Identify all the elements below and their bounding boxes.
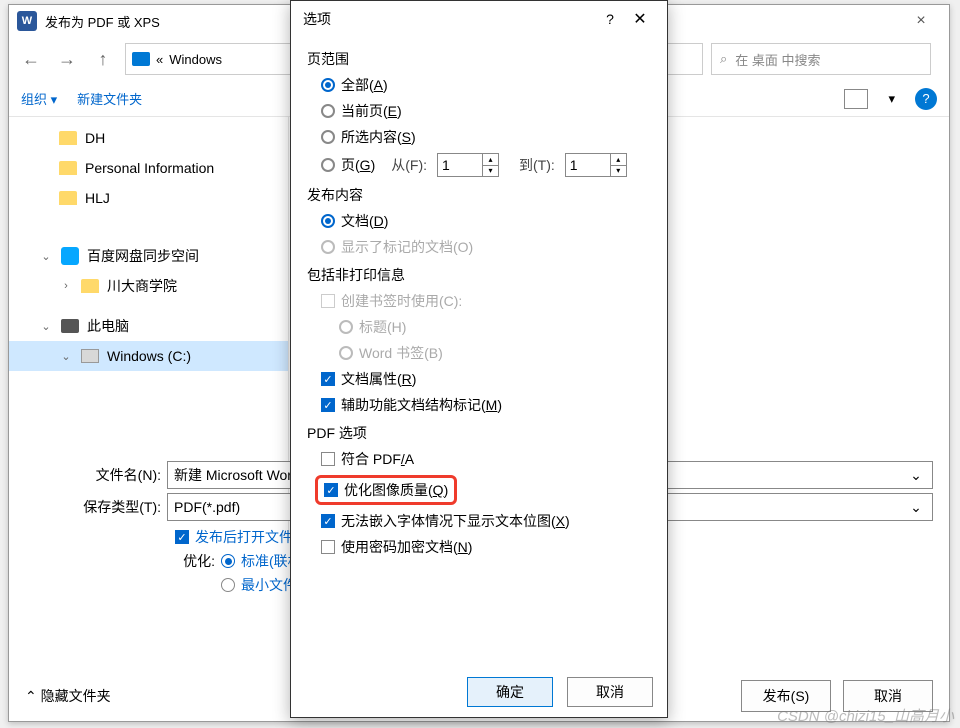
optimize-label: 优化: — [175, 551, 215, 571]
folder-icon — [81, 279, 99, 293]
filename-label: 文件名(N): — [25, 465, 161, 485]
search-box[interactable]: ⌕ 在 桌面 中搜索 — [711, 43, 931, 75]
pdfa-checkbox[interactable]: 符合 PDF/A — [321, 449, 651, 469]
monitor-icon — [132, 52, 150, 66]
image-quality-highlight: ✓优化图像质量(Q) — [315, 475, 457, 505]
group-nonprint: 包括非打印信息 — [307, 265, 651, 285]
optimize-min-radio[interactable] — [221, 578, 235, 592]
options-dialog: 选项 ? ✕ 页范围 全部(A) 当前页(E) 所选内容(S) 页(G) 从(F… — [290, 0, 668, 718]
from-label: 从(F): — [391, 155, 427, 175]
folder-icon — [59, 161, 77, 175]
content-markup-radio: 显示了标记的文档(O) — [321, 237, 651, 257]
docprops-checkbox[interactable]: ✓文档属性(R) — [321, 369, 651, 389]
group-publish-content: 发布内容 — [307, 185, 651, 205]
optimize-standard-radio[interactable] — [221, 554, 235, 568]
search-icon: ⌕ — [720, 51, 727, 67]
a11y-checkbox[interactable]: ✓辅助功能文档结构标记(M) — [321, 395, 651, 415]
dialog-footer-buttons: 确定 取消 — [467, 677, 653, 707]
folder-icon — [59, 131, 77, 145]
range-pages-radio[interactable]: 页(G) 从(F): 1▴▾ 到(T): 1▴▾ — [321, 153, 651, 177]
bookmark-word-radio: Word 书签(B) — [339, 343, 651, 363]
range-current-radio[interactable]: 当前页(E) — [321, 101, 651, 121]
dialog-title: 选项 — [303, 9, 595, 29]
tree-item-dh[interactable]: DH — [9, 123, 288, 153]
nav-back-button[interactable]: ← — [17, 45, 45, 73]
search-placeholder: 在 桌面 中搜索 — [735, 50, 820, 69]
content-doc-radio[interactable]: 文档(D) — [321, 211, 651, 231]
tree-item-hlj[interactable]: HLJ — [9, 183, 288, 213]
chevron-down-icon: ⌄ — [59, 350, 73, 363]
help-button[interactable]: ? — [915, 88, 937, 110]
dropdown-icon[interactable]: ⌄ — [906, 467, 926, 484]
hide-folders-toggle[interactable]: ⌃ 隐藏文件夹 — [25, 686, 111, 706]
baidu-icon — [61, 247, 79, 265]
filetype-label: 保存类型(T): — [25, 497, 161, 517]
breadcrumb-prefix: « — [156, 52, 163, 67]
chevron-right-icon: › — [59, 280, 73, 292]
from-page-input[interactable]: 1▴▾ — [437, 153, 499, 177]
view-mode-button[interactable] — [844, 89, 868, 109]
pc-icon — [61, 319, 79, 333]
nav-up-button[interactable]: ↑ — [89, 45, 117, 73]
view-dropdown[interactable]: ▾ — [888, 91, 895, 107]
dialog-help-button[interactable]: ? — [595, 11, 625, 27]
tree-item-personal[interactable]: Personal Information — [9, 153, 288, 183]
word-icon: W — [17, 11, 37, 31]
dialog-body: 页范围 全部(A) 当前页(E) 所选内容(S) 页(G) 从(F): 1▴▾ … — [291, 37, 667, 567]
to-label: 到(T): — [519, 155, 555, 175]
dropdown-icon[interactable]: ⌄ — [906, 499, 926, 516]
organize-menu[interactable]: 组织 ▾ — [21, 89, 57, 108]
new-folder-button[interactable]: 新建文件夹 — [77, 89, 142, 108]
to-page-input[interactable]: 1▴▾ — [565, 153, 627, 177]
breadcrumb: Windows — [169, 52, 222, 67]
bitmap-text-checkbox[interactable]: ✓无法嵌入字体情况下显示文本位图(X) — [321, 511, 651, 531]
nav-forward-button[interactable]: → — [53, 45, 81, 73]
dialog-close-button[interactable]: ✕ — [625, 9, 655, 29]
bookmark-heading-radio: 标题(H) — [339, 317, 651, 337]
group-page-range: 页范围 — [307, 49, 651, 69]
tree-item-baidu[interactable]: ⌄百度网盘同步空间 — [9, 241, 288, 271]
chevron-down-icon: ⌄ — [39, 320, 53, 333]
encrypt-checkbox[interactable]: 使用密码加密文档(N) — [321, 537, 651, 557]
group-pdf-options: PDF 选项 — [307, 423, 651, 443]
range-all-radio[interactable]: 全部(A) — [321, 75, 651, 95]
folder-icon — [59, 191, 77, 205]
tree-item-this-pc[interactable]: ⌄此电脑 — [9, 311, 288, 341]
watermark: CSDN @chizi15_山高月小 — [777, 705, 954, 726]
tree-item-windows-c[interactable]: ⌄Windows (C:) — [9, 341, 288, 371]
bookmark-checkbox: 创建书签时使用(C): — [321, 291, 651, 311]
drive-icon — [81, 349, 99, 363]
image-quality-checkbox[interactable]: ✓ — [324, 483, 338, 497]
range-selection-radio[interactable]: 所选内容(S) — [321, 127, 651, 147]
dialog-cancel-button[interactable]: 取消 — [567, 677, 653, 707]
tree-item-baidu-child[interactable]: ›川大商学院 — [9, 271, 288, 301]
dialog-titlebar: 选项 ? ✕ — [291, 1, 667, 37]
window-close-button[interactable]: × — [901, 12, 941, 30]
chevron-down-icon: ⌄ — [39, 250, 53, 263]
ok-button[interactable]: 确定 — [467, 677, 553, 707]
